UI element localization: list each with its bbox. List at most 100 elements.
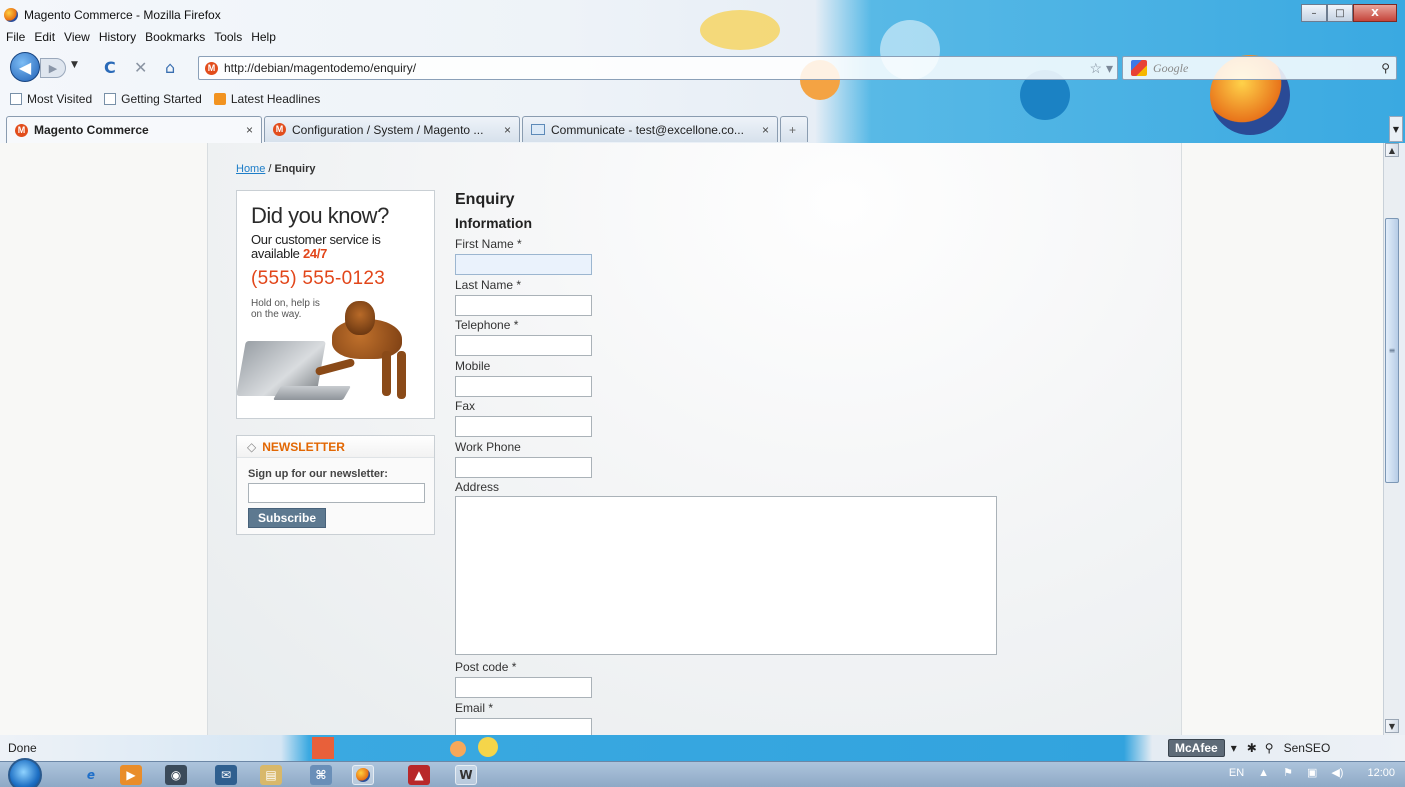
- explorer-icon[interactable]: ▤: [260, 765, 282, 785]
- vertical-scrollbar[interactable]: ▲ ≡ ▼: [1383, 143, 1400, 735]
- last-name-input[interactable]: [455, 294, 592, 316]
- app-icon[interactable]: ▲: [408, 765, 430, 785]
- tab-close-icon[interactable]: ×: [246, 123, 253, 137]
- menu-bookmarks[interactable]: Bookmarks: [145, 30, 205, 48]
- navigation-toolbar: ◀ ▶ ▼ C ✕ ⌂ M http://debian/magentodemo/…: [0, 50, 1405, 84]
- tab-list-dropdown-icon[interactable]: ▼: [1389, 116, 1403, 142]
- mcafee-dropdown-icon[interactable]: ▾: [1231, 741, 1237, 755]
- mobile-input[interactable]: [455, 375, 592, 397]
- maximize-button[interactable]: □: [1327, 4, 1353, 22]
- scroll-up-button[interactable]: ▲: [1385, 143, 1399, 157]
- scroll-thumb[interactable]: ≡: [1385, 218, 1399, 483]
- document-icon[interactable]: W: [455, 765, 477, 785]
- internet-explorer-icon[interactable]: e: [80, 765, 102, 785]
- menu-view[interactable]: View: [64, 30, 90, 48]
- network-icon[interactable]: ⌘: [310, 765, 332, 785]
- search-icon[interactable]: ⚲: [1381, 61, 1390, 76]
- mcafee-badge[interactable]: McAfee: [1168, 739, 1225, 757]
- firebug-icon[interactable]: ✱: [1247, 741, 1257, 755]
- tab-close-icon[interactable]: ×: [762, 123, 769, 137]
- newsletter-title: NEWSLETTER: [262, 439, 345, 454]
- promo-heading: Did you know?: [251, 203, 389, 228]
- bookmark-getting-started[interactable]: Getting Started: [104, 92, 202, 106]
- flag-icon[interactable]: ⚑: [1283, 766, 1293, 779]
- clock[interactable]: 12:00: [1367, 767, 1395, 779]
- tab-communicate[interactable]: Communicate - test@excellone.co... ×: [522, 116, 778, 142]
- window-controls: – □ X: [1301, 4, 1397, 22]
- work-phone-input[interactable]: [455, 456, 592, 478]
- first-name-label: First Name *: [455, 237, 522, 251]
- fax-label: Fax: [455, 399, 476, 413]
- tray-expand-icon[interactable]: ▲: [1258, 767, 1269, 779]
- bookmark-most-visited[interactable]: Most Visited: [10, 92, 92, 106]
- section-title: Information: [455, 215, 532, 231]
- back-button[interactable]: ◀: [10, 52, 40, 82]
- rss-icon: [213, 93, 226, 105]
- newsletter-header: ◇ NEWSLETTER: [237, 436, 434, 458]
- bookmark-label: Latest Headlines: [230, 92, 321, 106]
- firefox-icon: [4, 8, 18, 22]
- subscribe-button[interactable]: Subscribe: [248, 508, 326, 528]
- reload-icon[interactable]: C: [104, 58, 116, 77]
- start-button[interactable]: [8, 758, 42, 787]
- newsletter-label: Sign up for our newsletter:: [248, 468, 388, 480]
- status-bar: Done McAfee ▾ ✱ ⚲ SenSEO: [0, 735, 1405, 761]
- post-code-row: Post code *: [455, 660, 1015, 701]
- media-player-icon[interactable]: ▶: [120, 765, 142, 785]
- address-textarea[interactable]: [455, 496, 997, 655]
- email-input[interactable]: [455, 717, 592, 735]
- bookmarks-toolbar: Most Visited Getting Started Latest Head…: [0, 90, 332, 108]
- mail-icon[interactable]: ✉: [215, 765, 237, 785]
- breadcrumb-home-link[interactable]: Home: [236, 163, 265, 175]
- fax-row: Fax: [455, 399, 1015, 440]
- windows-taskbar: e ▶ ◉ ✉ ▤ ⌘ ▲ W EN ▲ ⚑ ▣ ◀) 12:00: [0, 758, 1405, 787]
- tab-label: Configuration / System / Magento ...: [292, 122, 484, 137]
- telephone-label: Telephone *: [455, 318, 519, 332]
- home-icon[interactable]: ⌂: [165, 58, 175, 77]
- bookmark-latest-headlines[interactable]: Latest Headlines: [213, 92, 321, 106]
- minimize-button[interactable]: –: [1301, 4, 1327, 22]
- network-tray-icon[interactable]: ▣: [1307, 766, 1317, 779]
- menu-help[interactable]: Help: [251, 30, 276, 48]
- forward-button[interactable]: ▶: [40, 58, 66, 78]
- menu-file[interactable]: File: [6, 30, 25, 48]
- menu-tools[interactable]: Tools: [214, 30, 242, 48]
- menu-bar: File Edit View History Bookmarks Tools H…: [0, 30, 285, 48]
- first-name-input[interactable]: [455, 254, 592, 275]
- new-tab-button[interactable]: +: [780, 116, 808, 142]
- bookmark-star-icon[interactable]: ☆ ▾: [1090, 60, 1113, 77]
- customer-service-banner[interactable]: Did you know? Our customer service is av…: [236, 190, 435, 419]
- volume-icon[interactable]: ◀): [1331, 766, 1343, 779]
- chrome-icon[interactable]: ◉: [165, 765, 187, 785]
- fax-input[interactable]: [455, 416, 592, 437]
- persona-decoration: [478, 737, 498, 757]
- telephone-input[interactable]: [455, 335, 592, 356]
- stop-icon[interactable]: ✕: [134, 58, 147, 77]
- firefox-taskbar-icon[interactable]: [352, 765, 374, 785]
- breadcrumb: Home / Enquiry: [236, 163, 315, 175]
- scroll-down-button[interactable]: ▼: [1385, 719, 1399, 733]
- senseo-label[interactable]: SenSEO: [1284, 741, 1331, 755]
- mcafee-addon[interactable]: McAfee ▾ ✱ ⚲ SenSEO: [1168, 738, 1330, 758]
- dog-illustration: [382, 351, 391, 396]
- newsletter-email-input[interactable]: [248, 483, 425, 503]
- tab-close-icon[interactable]: ×: [504, 123, 511, 137]
- google-icon[interactable]: [1131, 60, 1147, 76]
- post-code-label: Post code *: [455, 660, 517, 674]
- language-indicator[interactable]: EN: [1229, 767, 1244, 779]
- laptop-illustration: [272, 386, 352, 400]
- tab-magento-commerce[interactable]: M Magento Commerce ×: [6, 116, 262, 143]
- close-button[interactable]: X: [1353, 4, 1397, 22]
- tab-configuration[interactable]: M Configuration / System / Magento ... ×: [264, 116, 520, 142]
- address-bar[interactable]: M http://debian/magentodemo/enquiry/ ☆ ▾: [198, 56, 1118, 80]
- post-code-input[interactable]: [455, 677, 592, 698]
- magento-icon: M: [15, 123, 28, 137]
- history-dropdown-icon[interactable]: ▼: [71, 60, 78, 70]
- page-title: Enquiry: [455, 191, 515, 208]
- breadcrumb-separator: /: [268, 163, 272, 175]
- address-label: Address: [455, 480, 500, 494]
- menu-edit[interactable]: Edit: [34, 30, 55, 48]
- search-bar[interactable]: Google ⚲: [1122, 56, 1397, 80]
- last-name-label: Last Name *: [455, 277, 522, 292]
- menu-history[interactable]: History: [99, 30, 136, 48]
